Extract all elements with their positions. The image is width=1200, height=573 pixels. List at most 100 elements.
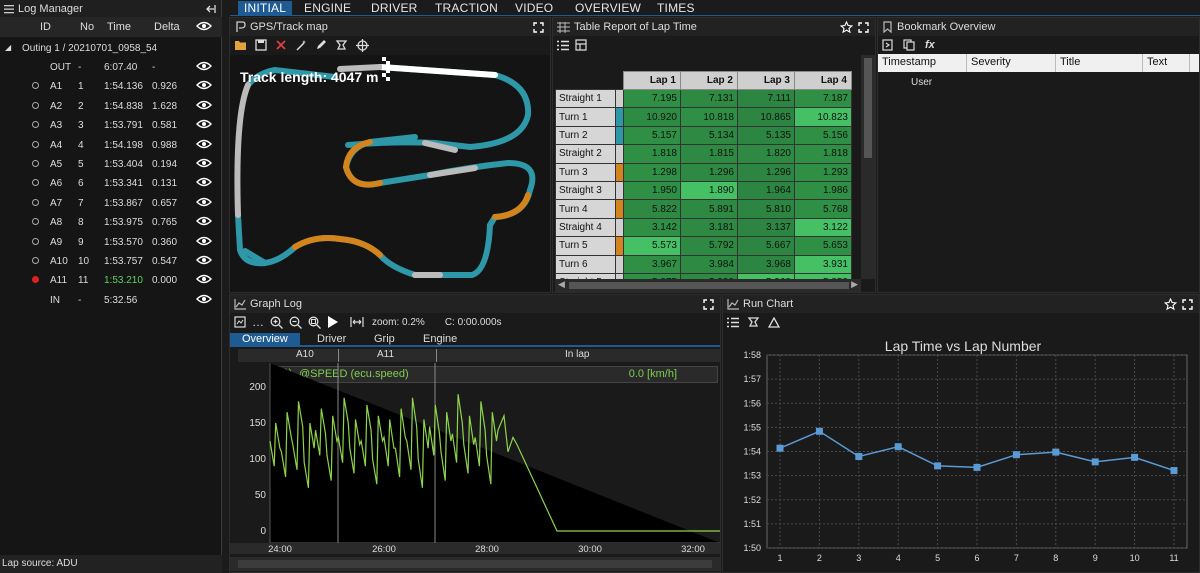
lap-row[interactable]: IN - 5:32.56 (0, 291, 222, 310)
lap-time-cell[interactable]: 5.792 (680, 236, 738, 256)
lap-row[interactable]: A2 2 1:54.838 1.628 (0, 97, 222, 116)
lap-time-cell[interactable]: 1.950 (623, 180, 681, 201)
outing-row[interactable]: ◢ Outing 1 / 20210701_0958_54 (0, 39, 222, 58)
lap-row[interactable]: A3 3 1:53.791 0.581 (0, 116, 222, 135)
lap-time-cell[interactable]: 7.111 (737, 88, 795, 109)
lap-select-radio[interactable] (32, 179, 39, 187)
lap-time-cell[interactable]: 5.768 (794, 199, 852, 219)
graph-settings-icon[interactable] (234, 316, 246, 328)
route-icon[interactable] (747, 316, 760, 328)
list-icon[interactable] (557, 40, 569, 51)
table-row[interactable]: Straight 4 3.142 3.181 3.137 3.122 (555, 217, 852, 238)
visibility-eye-icon[interactable] (196, 216, 212, 226)
graph-scrollbar[interactable] (230, 557, 720, 571)
vertical-scrollbar[interactable] (861, 55, 875, 279)
lap-time-point[interactable] (1091, 458, 1099, 466)
star-icon[interactable] (1164, 297, 1177, 311)
lap-time-cell[interactable]: 5.653 (794, 236, 852, 256)
column-delta[interactable]: Delta (154, 21, 180, 33)
lap-time-cell[interactable]: 1.986 (794, 180, 852, 201)
eye-header-icon[interactable] (196, 21, 212, 31)
play-icon[interactable] (327, 316, 338, 328)
lap-select-radio[interactable] (32, 276, 39, 284)
lap-time-cell[interactable]: 5.134 (680, 125, 738, 146)
lap-time-cell[interactable]: 7.195 (623, 88, 681, 109)
tab-engine-graph[interactable]: Engine (423, 333, 457, 345)
zoom-fit-icon[interactable] (308, 316, 321, 329)
lap-time-cell[interactable]: 1.818 (794, 144, 852, 164)
lap-time-cell[interactable]: 1.820 (737, 144, 795, 164)
run-chart-svg[interactable]: Lap Time vs Lap Number 1:581:571:561:551… (723, 333, 1199, 572)
column-lap-1[interactable]: Lap 1 (623, 71, 681, 90)
lap-select-radio[interactable] (32, 237, 39, 245)
track-map[interactable]: Track length: 4047 m (230, 55, 550, 292)
lap-time-cell[interactable]: 10.818 (680, 107, 738, 127)
lap-time-cell[interactable]: 7.187 (794, 88, 852, 109)
tab-times[interactable]: TIMES (657, 1, 695, 15)
visibility-eye-icon[interactable] (196, 236, 212, 246)
table-settings-icon[interactable] (575, 39, 587, 51)
maximize-icon[interactable] (533, 21, 544, 33)
table-row[interactable]: Turn 1 10.920 10.818 10.865 10.823 (555, 107, 852, 127)
visibility-eye-icon[interactable] (196, 274, 212, 284)
speed-plot[interactable]: 200 150 100 50 0 24:00 26:00 28:00 30:00… (230, 363, 720, 572)
visibility-eye-icon[interactable] (196, 61, 212, 71)
tab-grip-graph[interactable]: Grip (374, 333, 395, 345)
tab-driver[interactable]: DRIVER (371, 1, 418, 15)
column-timestamp[interactable]: Timestamp (882, 56, 936, 68)
lap-strip-a10[interactable]: A10 (296, 349, 314, 360)
table-row[interactable]: Turn 5 5.573 5.792 5.667 5.653 (555, 236, 852, 256)
tab-video[interactable]: VIDEO (515, 1, 553, 15)
visibility-eye-icon[interactable] (196, 294, 212, 304)
lap-row[interactable]: A5 5 1:53.404 0.194 (0, 155, 222, 174)
lap-time-cell[interactable]: 3.122 (794, 217, 852, 238)
tab-overview[interactable]: OVERVIEW (575, 1, 641, 15)
horizontal-scrollbar[interactable]: ◀ ▶ (555, 279, 861, 292)
tab-traction[interactable]: TRACTION (435, 1, 498, 15)
tab-overview-graph[interactable]: Overview (230, 333, 300, 347)
lap-time-point[interactable] (815, 427, 823, 435)
lap-row[interactable]: A10 10 1:53.757 0.547 (0, 252, 222, 271)
list-icon[interactable] (727, 317, 739, 328)
maximize-icon[interactable] (1182, 298, 1193, 310)
column-text[interactable]: Text (1147, 56, 1167, 68)
lap-time-cell[interactable]: 1.296 (680, 162, 738, 182)
tab-initial[interactable]: INITIAL (238, 1, 293, 16)
column-time[interactable]: Time (107, 21, 131, 33)
lap-time-cell[interactable]: 1.890 (680, 180, 738, 201)
lap-select-radio[interactable] (32, 101, 39, 109)
column-lap-4[interactable]: Lap 4 (794, 71, 852, 90)
visibility-eye-icon[interactable] (196, 177, 212, 187)
lap-time-point[interactable] (894, 443, 902, 451)
lap-time-point[interactable] (855, 453, 863, 461)
lap-time-cell[interactable]: 5.135 (737, 125, 795, 146)
lap-strip-inlap[interactable]: In lap (565, 349, 589, 360)
lap-row[interactable]: A9 9 1:53.570 0.360 (0, 233, 222, 252)
lap-time-point[interactable] (1012, 451, 1020, 459)
lap-row[interactable]: OUT -6:07.40- (0, 58, 222, 77)
target-icon[interactable] (356, 38, 369, 52)
save-icon[interactable] (255, 39, 267, 51)
formula-icon[interactable]: fx (925, 39, 935, 51)
lap-select-radio[interactable] (32, 218, 39, 226)
lap-time-cell[interactable]: 3.984 (680, 254, 738, 274)
triangle-icon[interactable] (768, 316, 780, 328)
lap-time-cell[interactable]: 5.810 (737, 199, 795, 219)
table-row[interactable]: Turn 3 1.298 1.296 1.296 1.293 (555, 162, 852, 182)
lap-select-radio[interactable] (32, 140, 39, 148)
lap-time-cell[interactable]: 3.968 (737, 254, 795, 274)
lap-row[interactable]: A6 6 1:53.341 0.131 (0, 174, 222, 193)
table-row[interactable]: Turn 4 5.822 5.891 5.810 5.768 (555, 199, 852, 219)
column-no[interactable]: No (80, 21, 94, 33)
lap-select-radio[interactable] (32, 198, 39, 206)
table-row[interactable]: Turn 6 3.967 3.984 3.968 3.931 (555, 254, 852, 274)
table-row[interactable]: Turn 2 5.157 5.134 5.135 5.156 (555, 125, 852, 146)
bookmark-user-row[interactable]: User (911, 77, 932, 88)
lap-time-cell[interactable]: 1.298 (623, 162, 681, 182)
lap-strip-a11[interactable]: A11 (377, 349, 394, 360)
visibility-eye-icon[interactable] (196, 158, 212, 168)
lap-time-point[interactable] (934, 462, 942, 470)
visibility-eye-icon[interactable] (196, 255, 212, 265)
lap-time-cell[interactable]: 3.181 (680, 217, 738, 238)
lap-time-cell[interactable]: 5.573 (623, 236, 681, 256)
